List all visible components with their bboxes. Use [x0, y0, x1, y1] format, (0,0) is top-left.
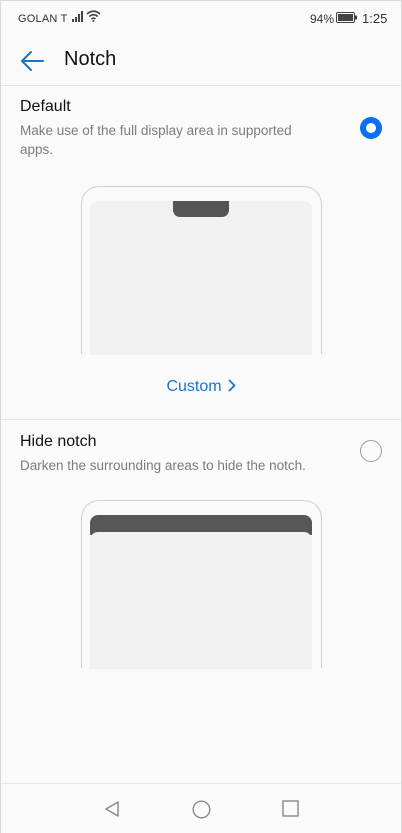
battery-percent: 94% [310, 12, 335, 26]
back-triangle-icon[interactable] [103, 800, 121, 823]
section-divider [1, 419, 401, 420]
recents-square-icon[interactable] [282, 800, 299, 822]
clock-time: 1:25 [362, 11, 388, 26]
status-bar: GOLAN T 94% 1:25 [1, 1, 401, 35]
option-default-title: Default [20, 98, 71, 115]
signal-icon [72, 11, 84, 25]
hide-notch-preview-screen [90, 532, 312, 669]
navigation-bar [1, 783, 401, 833]
option-default-description-line1: Make use of the full display area in sup… [20, 123, 292, 138]
hide-notch-preview-phone [81, 500, 322, 669]
battery-icon [336, 12, 357, 26]
option-default-radio[interactable] [360, 117, 382, 139]
default-preview-screen [90, 201, 312, 355]
chevron-right-icon [228, 379, 236, 397]
app-header: Notch [1, 39, 401, 85]
carrier-name: GOLAN T [18, 13, 68, 25]
arrow-left-icon [21, 51, 44, 71]
custom-link-label: Custom [166, 378, 222, 395]
notch-shape [173, 201, 229, 217]
option-hide-notch-title: Hide notch [20, 433, 97, 450]
wifi-icon [86, 10, 101, 25]
option-hide-notch-description: Darken the surrounding areas to hide the… [20, 458, 306, 473]
option-default-description-line2: apps. [20, 142, 54, 157]
custom-link[interactable]: Custom [1, 378, 401, 397]
home-circle-icon[interactable] [192, 800, 211, 824]
header-divider [1, 85, 401, 86]
option-hide-notch-radio[interactable] [360, 440, 382, 462]
back-button[interactable] [19, 49, 45, 73]
page-title: Notch [64, 48, 117, 70]
default-preview-phone [81, 186, 322, 355]
